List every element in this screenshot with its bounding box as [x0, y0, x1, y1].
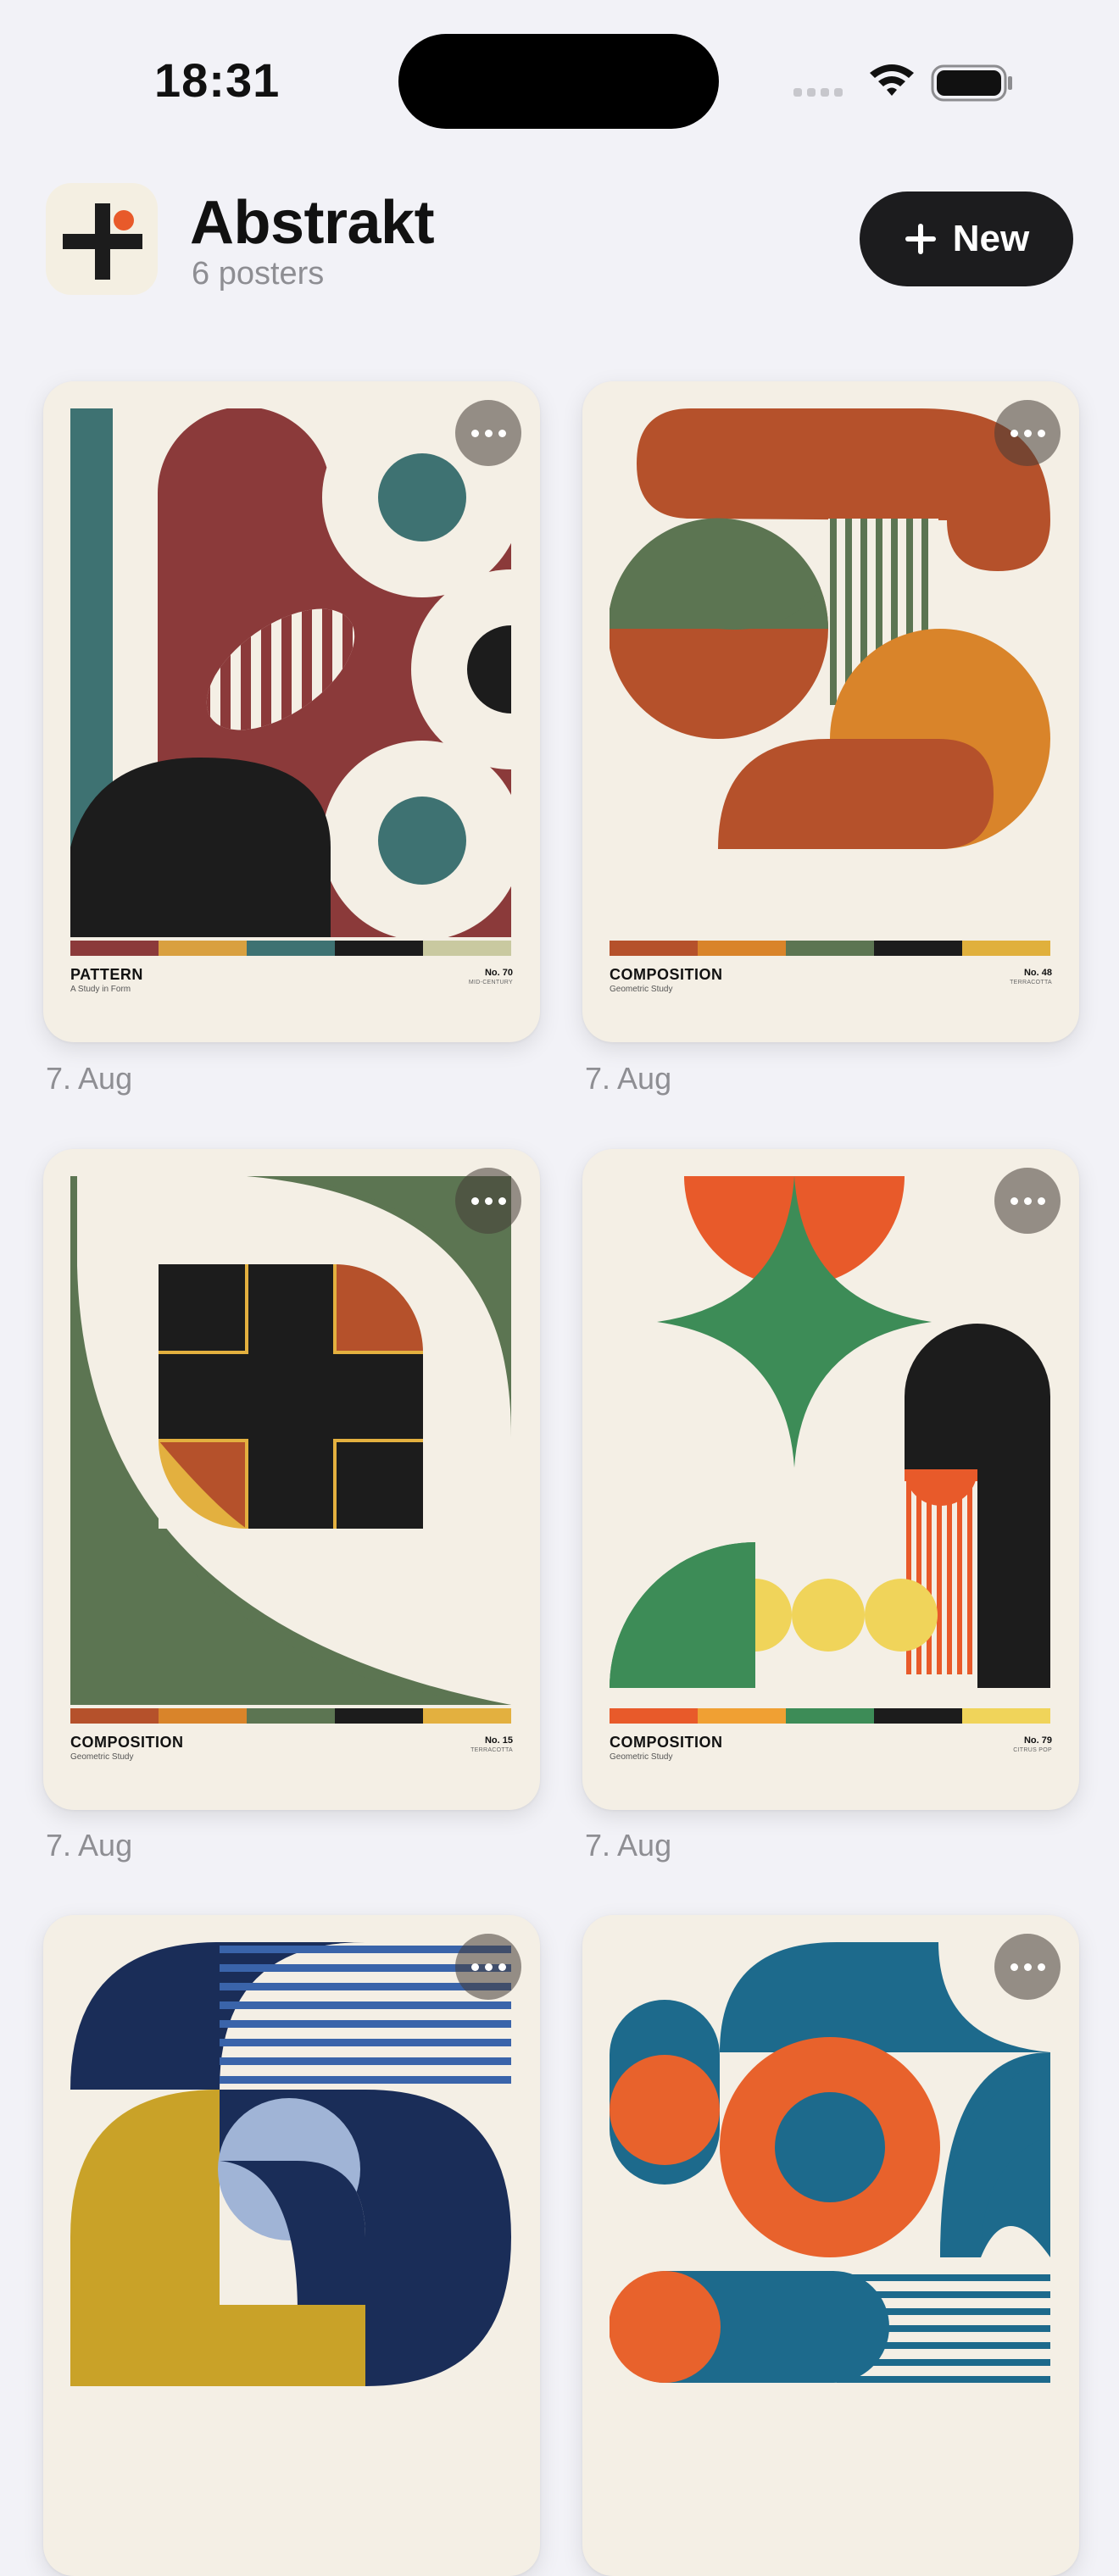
poster-artwork: [70, 1176, 511, 1724]
status-time: 18:31: [154, 53, 281, 107]
poster-card[interactable]: [582, 1915, 1079, 2576]
poster-artwork: [610, 1942, 1050, 2383]
more-options-button[interactable]: [994, 1168, 1061, 1234]
poster-date: 7. Aug: [585, 1828, 672, 1863]
poster-date: 7. Aug: [46, 1828, 133, 1863]
poster-card[interactable]: COMPOSITION Geometric Study No. 48 TERRA…: [582, 381, 1079, 1042]
poster-series: MID-CENTURY: [468, 980, 513, 985]
more-options-button[interactable]: [455, 1934, 521, 2000]
status-icons: [793, 64, 1012, 102]
poster-title: COMPOSITION: [70, 1734, 184, 1751]
poster-artwork: [70, 1942, 511, 2386]
poster-number: No. 79: [1023, 1735, 1052, 1746]
page-title: Abstrakt: [190, 189, 435, 257]
more-options-button[interactable]: [994, 1934, 1061, 2000]
poster-subtitle: A Study in Form: [70, 985, 131, 994]
poster-series: CITRUS POP: [1013, 1747, 1052, 1753]
poster-count: 6 posters: [192, 256, 325, 291]
poster-artwork: [610, 408, 1050, 956]
wifi-icon: [870, 64, 914, 96]
new-poster-button[interactable]: New: [860, 192, 1073, 286]
poster-subtitle: Geometric Study: [610, 1752, 673, 1762]
poster-number: No. 48: [1023, 968, 1052, 978]
status-bar: 18:31: [0, 0, 1119, 161]
poster-card[interactable]: [43, 1915, 540, 2576]
new-button-label: New: [952, 218, 1030, 259]
poster-card[interactable]: COMPOSITION Geometric Study No. 79 CITRU…: [582, 1149, 1079, 1810]
poster-number: No. 70: [484, 968, 513, 978]
poster-card[interactable]: COMPOSITION Geometric Study No. 15 TERRA…: [43, 1149, 540, 1810]
poster-subtitle: Geometric Study: [610, 985, 673, 994]
more-options-button[interactable]: [455, 400, 521, 466]
plus-icon: [905, 224, 936, 254]
more-options-button[interactable]: [994, 400, 1061, 466]
app-header: Abstrakt 6 posters New: [0, 178, 1119, 305]
app-logo: [46, 183, 158, 295]
poster-grid: PATTERN A Study in Form No. 70 MID-CENTU…: [0, 0, 1119, 2576]
poster-series: TERRACOTTA: [470, 1747, 513, 1753]
poster-number: No. 15: [484, 1735, 513, 1746]
poster-date: 7. Aug: [46, 1061, 133, 1096]
more-options-button[interactable]: [455, 1168, 521, 1234]
poster-subtitle: Geometric Study: [70, 1752, 134, 1762]
dynamic-island: [398, 34, 719, 129]
cellular-signal-icon: [793, 88, 843, 97]
poster-artwork: [610, 1176, 1050, 1724]
poster-artwork: [70, 408, 511, 956]
poster-card[interactable]: PATTERN A Study in Form No. 70 MID-CENTU…: [43, 381, 540, 1042]
poster-title: COMPOSITION: [610, 966, 723, 983]
poster-title: COMPOSITION: [610, 1734, 723, 1751]
battery-icon: [931, 64, 1012, 102]
poster-date: 7. Aug: [585, 1061, 672, 1096]
poster-series: TERRACOTTA: [1010, 980, 1052, 985]
poster-title: PATTERN: [70, 966, 143, 983]
